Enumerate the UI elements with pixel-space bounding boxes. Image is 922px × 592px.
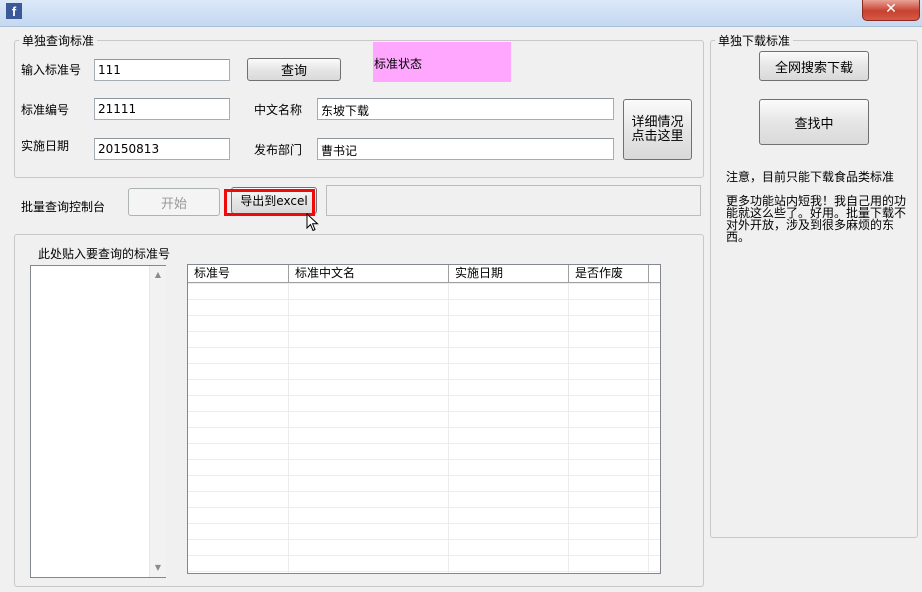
input-std-label: 输入标准号 — [21, 63, 82, 77]
std-no-field[interactable]: 21111 — [94, 98, 230, 120]
grid-col-divider — [568, 283, 569, 573]
paste-label: 此处贴入要查询的标准号 — [38, 247, 171, 261]
scroll-down-arrow-icon[interactable]: ▼ — [150, 563, 166, 572]
cn-name-label: 中文名称 — [254, 103, 303, 117]
grid-col-divider — [648, 283, 649, 573]
close-button[interactable]: ✕ — [862, 0, 920, 21]
app-icon: f — [6, 3, 22, 19]
single-download-group-title: 单独下载标准 — [715, 32, 794, 49]
detail-button[interactable]: 详细情况 点击这里 — [623, 99, 692, 160]
download-note: 注意，目前只能下载食品类标准 — [726, 170, 895, 184]
download-extra-note: 更多功能站内短我！我自己用的功能就这么些了。好用。批量下载不对外开放，涉及到很多… — [726, 194, 907, 244]
grid-col-divider — [288, 283, 289, 573]
input-std-field[interactable]: 111 — [94, 59, 230, 81]
col-header-obsolete[interactable]: 是否作废 — [569, 265, 649, 282]
col-header-cn-name[interactable]: 标准中文名 — [289, 265, 449, 282]
impl-date-label: 实施日期 — [21, 139, 70, 153]
dept-label: 发布部门 — [254, 143, 303, 157]
batch-console-label: 批量查询控制台 — [21, 200, 106, 214]
detail-button-line1: 详细情况 — [631, 114, 684, 130]
single-query-group-title: 单独查询标准 — [19, 32, 98, 49]
status-indicator: 标准状态 — [373, 42, 511, 82]
mouse-cursor-icon — [306, 213, 319, 232]
grid-col-divider — [448, 283, 449, 573]
scroll-up-arrow-icon[interactable]: ▲ — [150, 270, 166, 279]
cn-name-field[interactable]: 东坡下载 — [317, 98, 614, 120]
title-bar: f ✕ — [0, 0, 922, 27]
grid-header: 标准号 标准中文名 实施日期 是否作废 — [188, 265, 660, 283]
grid-body — [188, 283, 660, 573]
searching-button[interactable]: 查找中 — [759, 99, 869, 145]
listbox-scrollbar[interactable]: ▲ ▼ — [149, 266, 166, 577]
search-download-button[interactable]: 全网搜索下载 — [759, 51, 869, 81]
start-button[interactable]: 开始 — [128, 188, 220, 216]
col-header-impl-date[interactable]: 实施日期 — [449, 265, 569, 282]
query-button[interactable]: 查询 — [247, 58, 341, 81]
impl-date-field[interactable]: 20150813 — [94, 138, 230, 160]
detail-button-line2: 点击这里 — [631, 128, 684, 144]
results-grid[interactable]: 标准号 标准中文名 实施日期 是否作废 — [187, 264, 661, 574]
progress-bar — [326, 185, 701, 216]
export-highlight-box — [224, 189, 315, 216]
std-no-listbox[interactable]: ▲ ▼ — [30, 265, 166, 578]
col-header-std-no[interactable]: 标准号 — [188, 265, 289, 282]
std-no-label: 标准编号 — [21, 103, 70, 117]
dept-field[interactable]: 曹书记 — [317, 138, 614, 160]
